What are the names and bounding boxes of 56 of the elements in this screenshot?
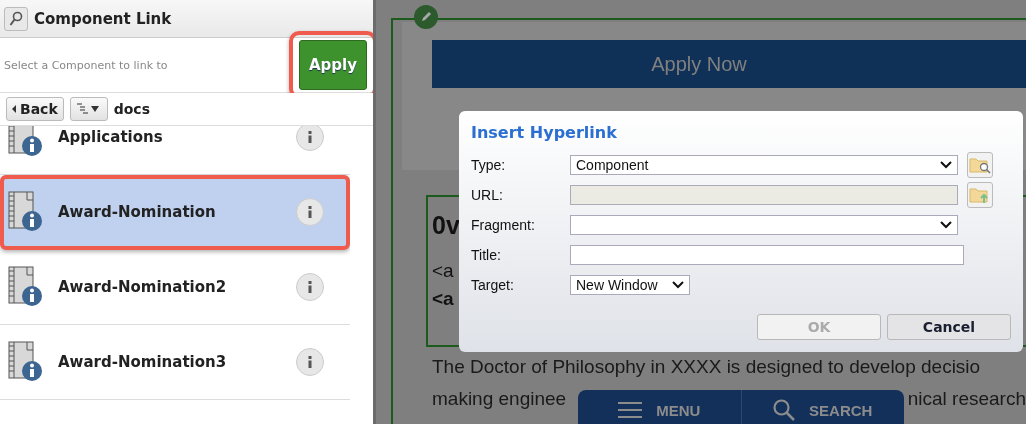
video-info-icon: [8, 266, 44, 308]
folder-search-icon: [969, 156, 991, 174]
search-icon: [773, 399, 796, 421]
tree-dropdown-button[interactable]: [69, 97, 108, 121]
field-label: Target:: [471, 277, 515, 293]
folder-upload-icon: [969, 186, 991, 204]
search-icon: [9, 10, 23, 27]
edit-button[interactable]: [414, 5, 438, 29]
component-list-item[interactable]: Award-Nomination: [0, 175, 350, 250]
field-label: Fragment:: [471, 217, 536, 233]
chevron-icon: [672, 281, 684, 289]
component-name: Applications: [58, 128, 164, 146]
component-name: Award-Nomination2: [58, 278, 228, 296]
component-name: Award-Nomination: [58, 203, 217, 221]
dropdown-field[interactable]: Component: [570, 155, 958, 175]
dialog-button[interactable]: Cancel: [887, 314, 1011, 340]
component-list-item[interactable]: Award-Nomination2: [0, 250, 350, 325]
video-info-icon: [8, 341, 44, 383]
dropdown-field[interactable]: New Window: [570, 275, 690, 295]
apply-button[interactable]: Apply: [299, 40, 367, 90]
code-line: <a: [432, 259, 454, 283]
info-icon: [308, 131, 312, 143]
code-line: <a: [432, 287, 454, 311]
field-label: Type:: [471, 157, 507, 173]
field-label: Title:: [471, 247, 502, 263]
info-icon: [308, 356, 312, 368]
nav-button[interactable]: MENU: [578, 390, 741, 424]
search-button[interactable]: [4, 6, 28, 31]
folder-button[interactable]: [967, 152, 993, 178]
nav-button[interactable]: SEARCH: [740, 390, 904, 424]
instruction-text: Select a Component to link to: [4, 58, 168, 72]
video-info-icon: [8, 191, 44, 233]
tree-caret-icon: [75, 102, 102, 116]
dialog-title: Insert Hyperlink: [471, 123, 618, 142]
menu-icon: [618, 402, 643, 418]
field-label: URL:: [471, 187, 504, 203]
chevron-icon: [940, 221, 952, 229]
paragraph-line: The Doctor of Philosophy in XXXX is designed to develop decisio: [432, 355, 982, 379]
paragraph-fragment: making enginee: [432, 387, 567, 411]
back-button[interactable]: Back: [6, 97, 64, 121]
text-field[interactable]: [570, 245, 964, 265]
paragraph-fragment: nical research: [907, 387, 1026, 411]
section-heading: 0v: [432, 210, 460, 241]
info-button[interactable]: [296, 348, 324, 376]
panel-title: Component Link: [34, 9, 172, 28]
folder-path: docs: [113, 101, 150, 117]
chevron-icon: [940, 161, 952, 169]
component-list-item[interactable]: Award-Nomination3: [0, 325, 350, 400]
info-icon: [308, 281, 312, 293]
info-button[interactable]: [296, 126, 324, 151]
apply-now-banner: Apply Now: [432, 40, 1026, 88]
info-button[interactable]: [296, 273, 324, 301]
dropdown-field[interactable]: [570, 215, 958, 235]
info-button[interactable]: [296, 198, 324, 226]
info-icon: [308, 206, 312, 218]
component-name: Award-Nomination3: [58, 353, 228, 371]
